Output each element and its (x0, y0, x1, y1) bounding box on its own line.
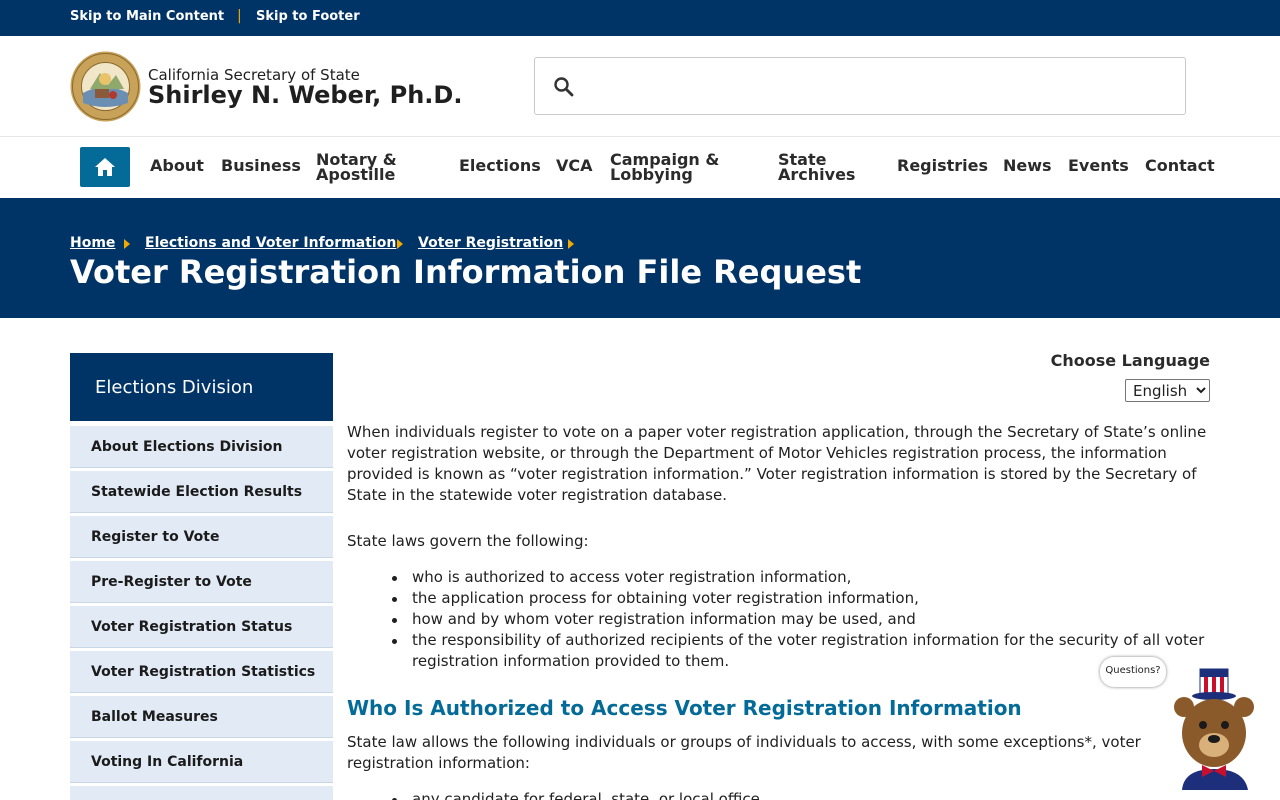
main-nav: About Business Notary & Apostille Electi… (0, 137, 1280, 198)
nav-registries[interactable]: Registries (897, 158, 988, 174)
laws-list: who is authorized to access voter regist… (347, 567, 1217, 672)
questions-bubble[interactable]: Questions? (1100, 657, 1166, 687)
skip-to-main-link[interactable]: Skip to Main Content (70, 9, 224, 24)
language-label: Choose Language (1050, 351, 1210, 370)
list-item: any candidate for federal, state, or loc… (347, 789, 1217, 800)
search-box[interactable] (534, 57, 1186, 115)
sidebar-item-ballot-measures[interactable]: Ballot Measures (70, 696, 333, 738)
page-banner: Home Elections and Voter Information Vot… (0, 198, 1280, 318)
access-intro: State law allows the following individua… (347, 733, 1141, 772)
sidebar-heading[interactable]: Elections Division (70, 353, 333, 421)
nav-news[interactable]: News (1003, 158, 1052, 174)
official-name[interactable]: Shirley N. Weber, Ph.D. (148, 81, 462, 109)
nav-elections[interactable]: Elections (459, 158, 541, 174)
search-input[interactable] (591, 66, 1171, 106)
access-list: any candidate for federal, state, or loc… (347, 789, 1217, 800)
skip-bar: Skip to Main Content | Skip to Footer (0, 0, 1280, 36)
skip-to-footer-link[interactable]: Skip to Footer (256, 9, 360, 24)
sidebar-item[interactable] (70, 786, 333, 800)
breadcrumb-voter-registration[interactable]: Voter Registration (418, 235, 563, 251)
list-item: how and by whom voter registration infor… (347, 609, 1217, 630)
sidebar-item-registration-statistics[interactable]: Voter Registration Statistics (70, 651, 333, 693)
laws-intro: State laws govern the following: (347, 532, 589, 550)
sidebar-item-pre-register[interactable]: Pre-Register to Vote (70, 561, 333, 603)
state-seal-logo[interactable] (70, 51, 141, 122)
home-button[interactable] (80, 147, 130, 187)
home-icon (95, 158, 115, 176)
breadcrumb-elections[interactable]: Elections and Voter Information (145, 235, 396, 251)
bear-mascot-icon[interactable] (1168, 665, 1262, 790)
nav-contact[interactable]: Contact (1145, 158, 1215, 174)
sidebar-item-voting-in-california[interactable]: Voting In California (70, 741, 333, 783)
nav-business[interactable]: Business (221, 158, 301, 174)
nav-state-archives[interactable]: State Archives (778, 152, 868, 183)
page-title: Voter Registration Information File Requ… (70, 253, 862, 291)
nav-events[interactable]: Events (1068, 158, 1129, 174)
sidebar-item-election-results[interactable]: Statewide Election Results (70, 471, 333, 513)
breadcrumb-arrow-icon (397, 239, 403, 249)
list-item: who is authorized to access voter regist… (347, 567, 1217, 588)
nav-vca[interactable]: VCA (556, 158, 593, 174)
breadcrumb-arrow-icon (568, 239, 574, 249)
skip-separator: | (237, 8, 242, 24)
sidebar-item-registration-status[interactable]: Voter Registration Status (70, 606, 333, 648)
nav-about[interactable]: About (150, 158, 204, 174)
list-item: the application process for obtaining vo… (347, 588, 1217, 609)
nav-campaign-lobbying[interactable]: Campaign & Lobbying (610, 152, 740, 183)
breadcrumb-home[interactable]: Home (70, 235, 115, 251)
search-icon[interactable] (553, 76, 575, 98)
breadcrumb-arrow-icon (124, 239, 130, 249)
section-heading: Who Is Authorized to Access Voter Regist… (347, 696, 1022, 720)
sidebar-item-register[interactable]: Register to Vote (70, 516, 333, 558)
list-item: the responsibility of authorized recipie… (347, 630, 1217, 672)
nav-notary-apostille[interactable]: Notary & Apostille (316, 152, 426, 183)
intro-paragraph: When individuals register to vote on a p… (347, 423, 1207, 504)
language-select[interactable]: English (1125, 379, 1210, 402)
site-header: California Secretary of State Shirley N.… (0, 36, 1280, 137)
sidebar-item-about-elections[interactable]: About Elections Division (70, 426, 333, 468)
